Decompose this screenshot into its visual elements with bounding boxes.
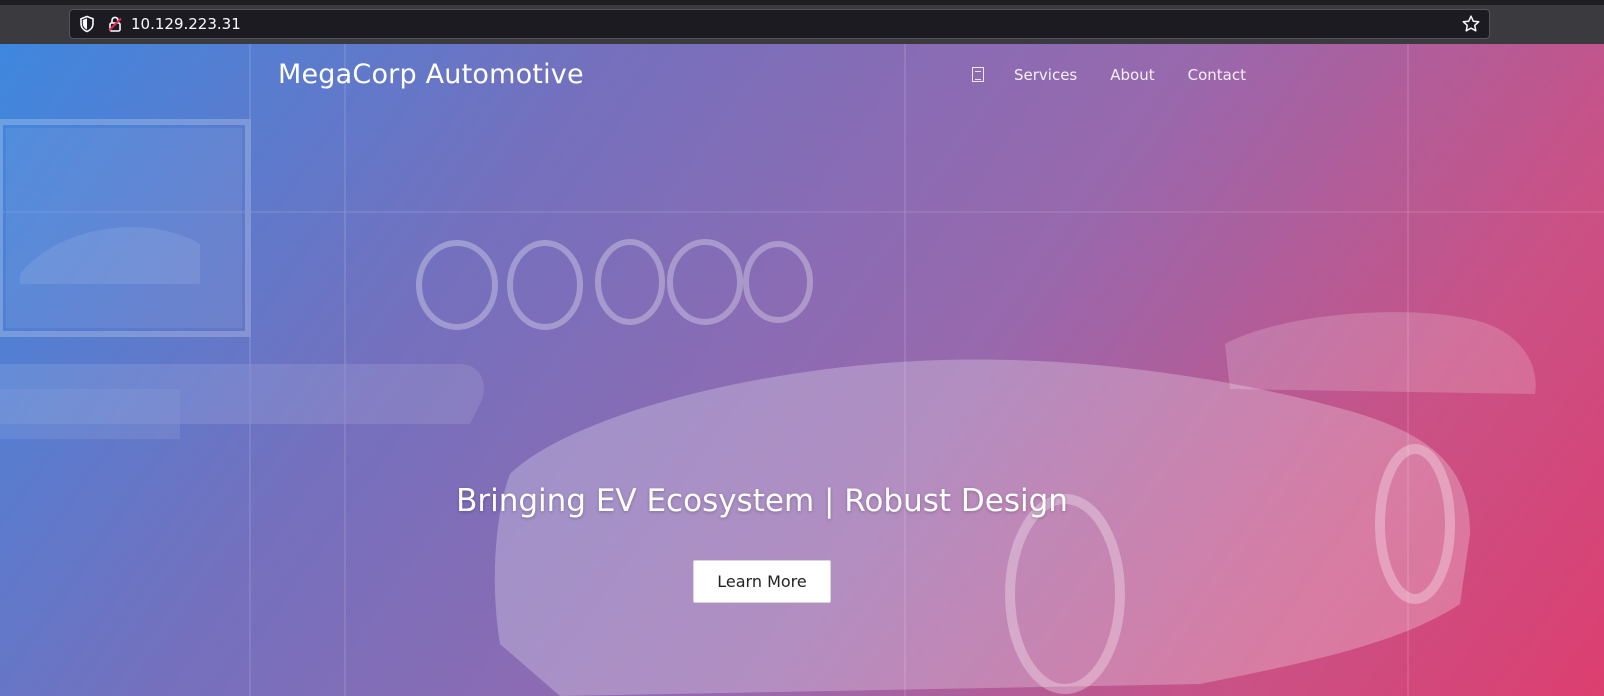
- nav-link-contact[interactable]: Contact: [1188, 62, 1246, 88]
- learn-more-button[interactable]: Learn More: [693, 560, 831, 603]
- address-bar[interactable]: 10.129.223.31: [69, 9, 1490, 39]
- site-logo-text[interactable]: MegaCorp Automotive: [278, 56, 584, 94]
- nav-link-about[interactable]: About: [1110, 62, 1154, 88]
- hero-headline: Bringing EV Ecosystem | Robust Design: [456, 483, 1068, 519]
- main-nav: Services About Contact: [972, 62, 1279, 88]
- broken-image-icon: [972, 66, 984, 82]
- url-text[interactable]: 10.129.223.31: [131, 15, 241, 33]
- nav-link-services[interactable]: Services: [1014, 62, 1077, 88]
- hero-section: MegaCorp Automotive Services About Conta…: [0, 44, 1604, 696]
- lock-icon[interactable]: [106, 15, 124, 33]
- browser-toolbar: 10.129.223.31: [0, 0, 1604, 44]
- shield-icon[interactable]: [78, 15, 96, 33]
- star-icon[interactable]: [1461, 14, 1481, 34]
